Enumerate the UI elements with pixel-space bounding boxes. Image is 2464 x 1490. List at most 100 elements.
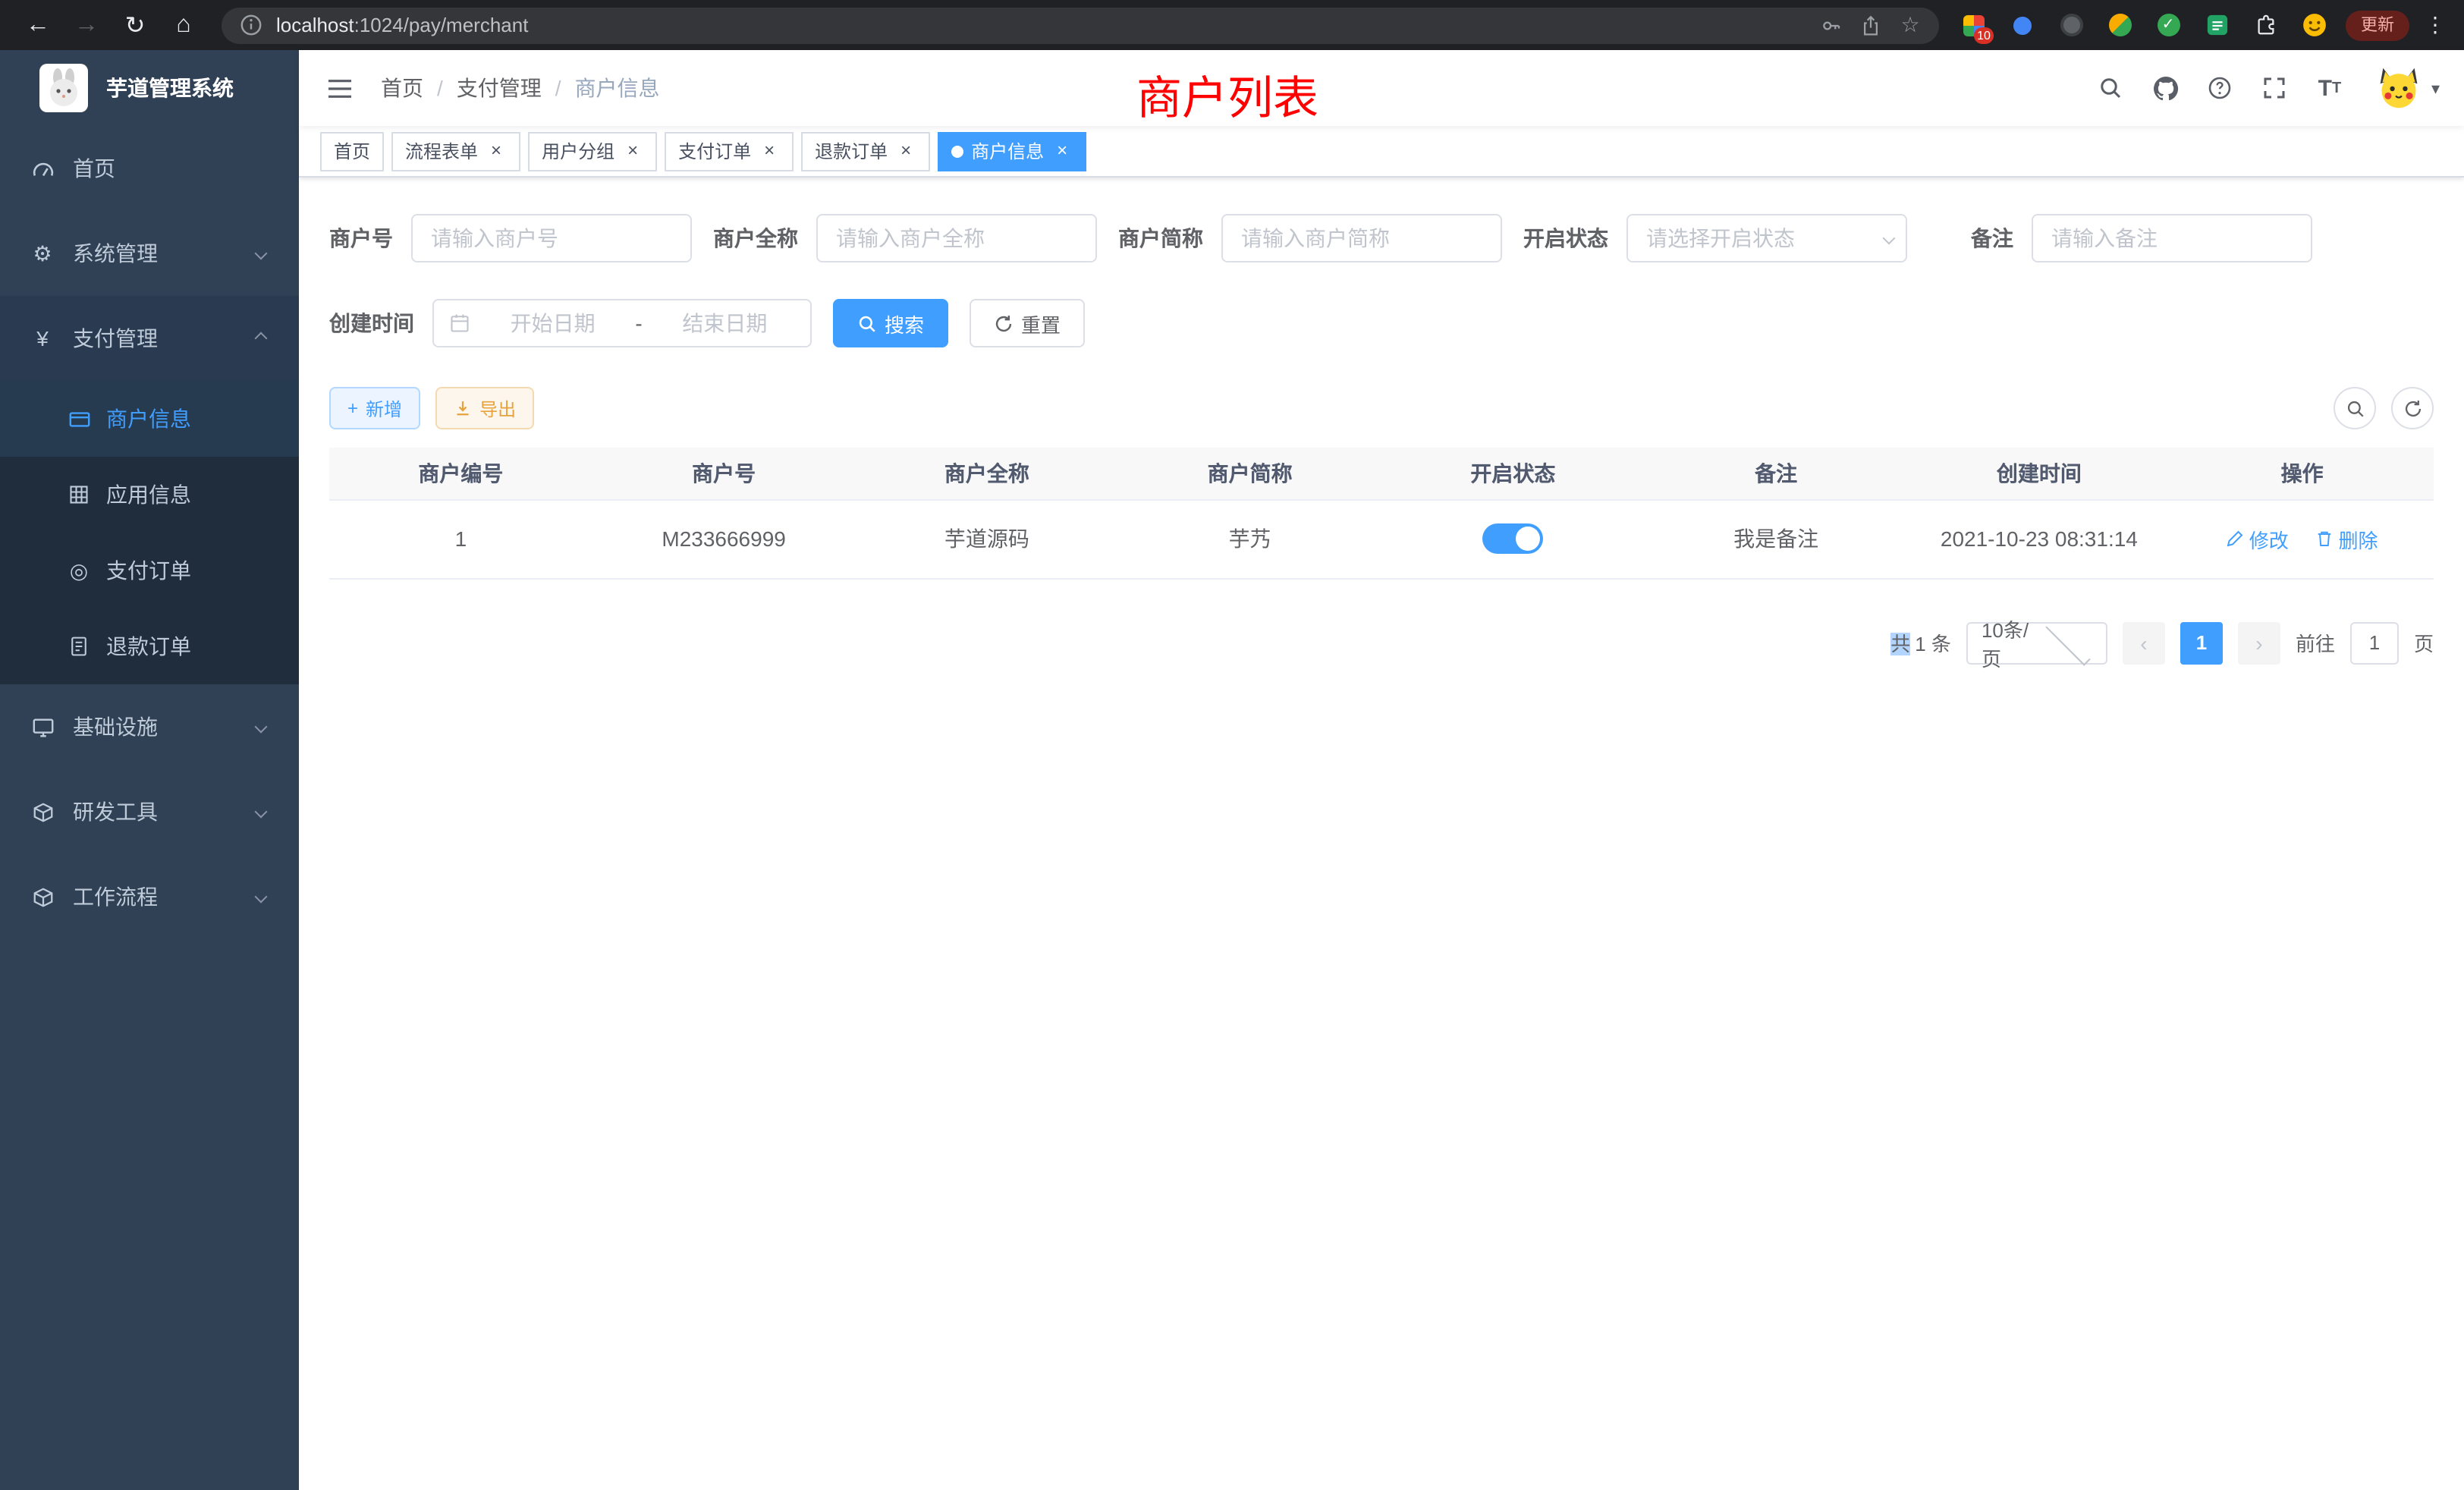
table-header-row: 商户编号 商户号 商户全称 商户简称 开启状态 备注 创建时间 操作 [329, 448, 2434, 499]
chevron-down-icon: ▾ [2431, 78, 2440, 98]
extension-blue-icon[interactable] [2003, 5, 2042, 45]
browser-reload-icon[interactable]: ↻ [112, 5, 158, 45]
help-icon[interactable] [2201, 68, 2240, 108]
profile-avatar-icon[interactable] [2294, 5, 2334, 45]
col-remark: 备注 [1645, 448, 1908, 499]
tab-merchant-info[interactable]: 商户信息 × [938, 131, 1086, 171]
share-icon[interactable] [1857, 11, 1884, 39]
refresh-table-button[interactable] [2391, 387, 2434, 429]
sidebar-item-pay[interactable]: ¥ 支付管理 [0, 296, 299, 381]
page-size-select[interactable]: 10条/页 [1966, 621, 2107, 664]
browser-forward-icon[interactable]: → [64, 5, 109, 45]
extension-check-icon[interactable]: ✓ [2148, 5, 2188, 45]
close-icon[interactable]: × [1051, 140, 1073, 162]
breadcrumb-pay[interactable]: 支付管理 [457, 73, 542, 103]
prev-page-button[interactable]: ‹ [2123, 621, 2165, 664]
extensions-puzzle-icon[interactable] [2246, 5, 2285, 45]
fullscreen-icon[interactable] [2255, 68, 2295, 108]
status-toggle[interactable] [1482, 523, 1543, 554]
sidebar: 芋道管理系统 首页 ⚙ 系统管理 ¥ 支付管理 [0, 50, 299, 1490]
refresh-icon [994, 313, 1014, 333]
cell-merchant-no: M233666999 [592, 499, 856, 578]
address-bar[interactable]: localhost:1024/pay/merchant ☆ [222, 7, 1939, 43]
sidebar-item-pay-order[interactable]: ◎ 支付订单 [0, 533, 299, 608]
calendar-icon [449, 313, 470, 334]
total-count: 共1 条 [1890, 628, 1951, 657]
tags-view: 首页 流程表单 × 用户分组 × 支付订单 × 退款订单 × [299, 126, 2464, 178]
tab-pay-order[interactable]: 支付订单 × [665, 131, 794, 171]
sidebar-item-workflow[interactable]: 工作流程 [0, 854, 299, 939]
extension-dark-icon[interactable] [2051, 5, 2091, 45]
sidebar-item-devtools[interactable]: 研发工具 [0, 769, 299, 854]
tab-user-group[interactable]: 用户分组 × [528, 131, 657, 171]
col-create-time: 创建时间 [1908, 448, 2171, 499]
page-1-button[interactable]: 1 [2180, 621, 2223, 664]
tab-refund-order[interactable]: 退款订单 × [801, 131, 930, 171]
create-time-range-picker[interactable]: 开始日期 - 结束日期 [432, 299, 812, 347]
sidebar-item-home[interactable]: 首页 [0, 126, 299, 211]
sidebar-item-app-info[interactable]: 应用信息 [0, 457, 299, 533]
goto-page-input[interactable] [2350, 621, 2399, 664]
github-icon[interactable] [2146, 68, 2186, 108]
add-button[interactable]: + 新增 [329, 387, 420, 429]
merchant-short-label: 商户简称 [1118, 223, 1203, 253]
app-logo[interactable]: 芋道管理系统 [0, 50, 299, 126]
top-navbar: 首页 / 支付管理 / 商户信息 [299, 50, 2464, 126]
cell-merchant-name: 芋道源码 [856, 499, 1119, 578]
extension-note-icon[interactable] [2197, 5, 2236, 45]
create-time-label: 创建时间 [329, 308, 414, 338]
gear-icon: ⚙ [30, 240, 55, 266]
sidebar-item-system[interactable]: ⚙ 系统管理 [0, 211, 299, 296]
close-icon[interactable]: × [759, 140, 780, 162]
merchant-short-input[interactable] [1221, 214, 1502, 262]
cell-remark: 我是备注 [1645, 499, 1908, 578]
sidebar-item-infra[interactable]: 基础设施 [0, 684, 299, 769]
col-actions: 操作 [2170, 448, 2434, 499]
browser-back-icon[interactable]: ← [15, 5, 61, 45]
close-icon[interactable]: × [622, 140, 643, 162]
reset-button[interactable]: 重置 [970, 299, 1085, 347]
url-text[interactable]: localhost:1024/pay/merchant [276, 14, 1806, 36]
breadcrumb: 首页 / 支付管理 / 商户信息 [381, 73, 660, 103]
close-icon[interactable]: × [895, 140, 916, 162]
pencil-icon [2227, 530, 2245, 548]
font-size-icon[interactable]: TT [2310, 68, 2349, 108]
close-icon[interactable]: × [486, 140, 507, 162]
export-button[interactable]: 导出 [435, 387, 534, 429]
page-unit-label: 页 [2414, 628, 2434, 657]
document-icon [67, 636, 91, 657]
tab-process-form[interactable]: 流程表单 × [391, 131, 520, 171]
search-icon[interactable] [2092, 68, 2131, 108]
col-merchant-short: 商户简称 [1118, 448, 1381, 499]
user-menu[interactable]: ▾ [2377, 65, 2440, 111]
chevron-down-icon [255, 806, 268, 819]
delete-button[interactable]: 删除 [2316, 524, 2378, 553]
remark-input[interactable] [2032, 214, 2312, 262]
merchant-no-input[interactable] [411, 214, 692, 262]
merchant-name-input[interactable] [816, 214, 1097, 262]
yen-icon: ¥ [30, 326, 55, 350]
chrome-update-button[interactable]: 更新 [2346, 10, 2409, 40]
site-info-icon[interactable] [237, 11, 264, 39]
browser-home-icon[interactable]: ⌂ [161, 5, 206, 45]
extension-grid-icon[interactable]: 10 [1954, 5, 1994, 45]
edit-button[interactable]: 修改 [2227, 524, 2289, 553]
tab-home[interactable]: 首页 [320, 131, 384, 171]
target-icon: ◎ [67, 558, 91, 583]
toggle-search-button[interactable] [2334, 387, 2376, 429]
search-button[interactable]: 搜索 [833, 299, 948, 347]
status-select[interactable]: 请选择开启状态 [1626, 214, 1907, 262]
sidebar-item-merchant-info[interactable]: 商户信息 [0, 381, 299, 457]
browser-menu-icon[interactable]: ⋮ [2422, 12, 2449, 38]
breadcrumb-home[interactable]: 首页 [381, 73, 423, 103]
goto-label: 前往 [2296, 628, 2335, 657]
hamburger-icon[interactable] [323, 71, 357, 105]
pay-submenu: 商户信息 应用信息 ◎ 支付订单 [0, 381, 299, 684]
bookmark-star-icon[interactable]: ☆ [1897, 11, 1924, 39]
url-host: localhost [276, 14, 354, 36]
sidebar-item-refund-order[interactable]: 退款订单 [0, 608, 299, 684]
password-key-icon[interactable] [1818, 11, 1845, 39]
next-page-button[interactable]: › [2238, 621, 2280, 664]
chevron-down-icon [255, 247, 268, 260]
extension-avatar-icon[interactable] [2100, 5, 2139, 45]
